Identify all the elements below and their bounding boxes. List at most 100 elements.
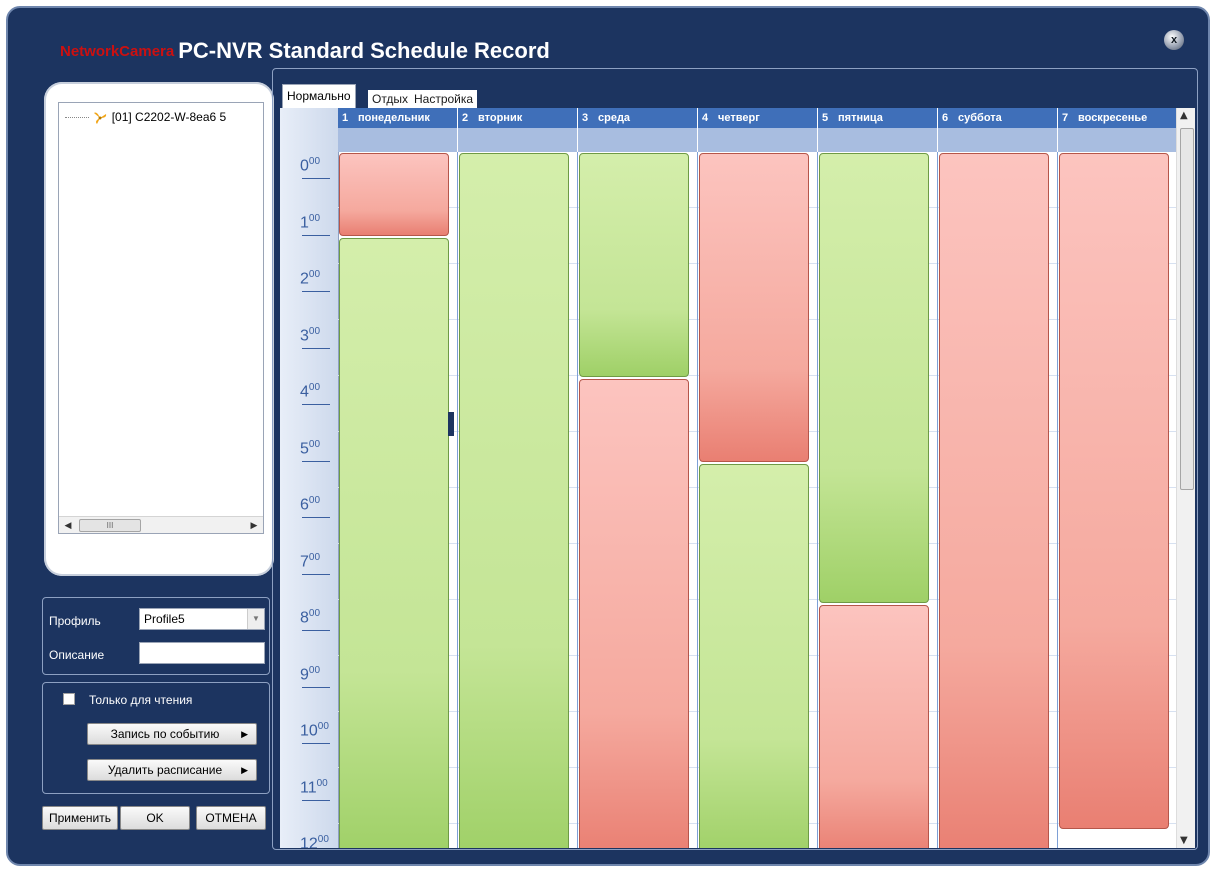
day-subheader	[1058, 128, 1176, 152]
day-header[interactable]: 5 пятница	[818, 108, 938, 128]
rest-record-block[interactable]	[579, 379, 689, 848]
grid-vscrollbar[interactable]: ▲ ▼	[1176, 108, 1195, 848]
normal-record-block[interactable]	[699, 463, 809, 848]
tab-settings[interactable]: Настройка	[410, 90, 478, 108]
hour-label: 100	[300, 212, 321, 231]
normal-record-block[interactable]	[579, 153, 689, 377]
day-column[interactable]	[938, 152, 1058, 848]
hour-tick	[302, 404, 330, 405]
tree-node-label: [01] C2202-W-8ea6 5	[111, 110, 227, 124]
hour-label: 300	[300, 325, 321, 344]
options-group: Только для чтения Запись по событию ▶ Уда…	[42, 682, 270, 794]
readonly-checkbox[interactable]	[63, 693, 75, 705]
window-title: NetworkCamera PC-NVR Standard Schedule Re…	[60, 38, 550, 64]
normal-record-block[interactable]	[819, 153, 929, 603]
hour-label: 800	[300, 608, 321, 627]
hour-tick	[302, 291, 330, 292]
day-subheader	[578, 128, 698, 152]
rest-record-block[interactable]	[1059, 153, 1169, 829]
hour-label: 700	[300, 551, 321, 570]
day-header[interactable]: 3 среда	[578, 108, 698, 128]
normal-record-block[interactable]	[339, 237, 449, 848]
tree-connector	[65, 117, 89, 119]
scroll-right-icon[interactable]: ▶	[247, 518, 261, 532]
device-tree-frame: [01] C2202-W-8ea6 5 ◀ III ▶	[44, 82, 274, 576]
description-field[interactable]	[139, 642, 265, 664]
tab-rest[interactable]: Отдых	[368, 90, 413, 108]
selection-marker	[448, 412, 454, 436]
vscroll-thumb[interactable]	[1180, 128, 1194, 490]
camera-fan-icon	[94, 112, 107, 124]
scroll-thumb[interactable]: III	[79, 519, 141, 532]
hour-tick	[302, 234, 330, 236]
cancel-button[interactable]: ОТМЕНА	[196, 806, 266, 830]
profile-label: Профиль	[49, 614, 101, 628]
scroll-down-icon[interactable]: ▼	[1180, 835, 1188, 846]
day-header[interactable]: 2 вторник	[458, 108, 578, 128]
rest-record-block[interactable]	[819, 605, 929, 848]
tree-node-camera[interactable]: [01] C2202-W-8ea6 5	[65, 110, 226, 125]
device-tree[interactable]: [01] C2202-W-8ea6 5 ◀ III ▶	[58, 102, 264, 534]
apply-button[interactable]: Применить	[42, 806, 118, 830]
profile-value: Profile5	[144, 612, 185, 626]
ok-button[interactable]: OK	[120, 806, 190, 830]
hour-tick	[302, 347, 330, 349]
hour-tick	[302, 517, 330, 518]
day-header[interactable]: 7 воскресенье	[1058, 108, 1176, 128]
brand-label: NetworkCamera	[60, 43, 175, 60]
hour-tick	[302, 178, 330, 179]
day-header[interactable]: 4 четверг	[698, 108, 818, 128]
tab-normal[interactable]: Нормально	[282, 84, 356, 109]
hour-tick	[302, 630, 330, 631]
day-header[interactable]: 1 понедельник	[338, 108, 458, 128]
day-column[interactable]	[818, 152, 938, 848]
hour-label: 1100	[300, 777, 328, 796]
delete-schedule-button[interactable]: Удалить расписание ▶	[87, 759, 257, 781]
hour-label: 600	[300, 495, 321, 514]
hour-label: 000	[300, 156, 321, 175]
day-column[interactable]	[698, 152, 818, 848]
day-column[interactable]	[578, 152, 698, 848]
rest-record-block[interactable]	[939, 153, 1049, 848]
delete-schedule-label: Удалить расписание	[107, 763, 223, 777]
hour-label: 1200	[300, 834, 329, 848]
day-subheader	[698, 128, 818, 152]
readonly-label: Только для чтения	[89, 693, 193, 707]
chevron-down-icon[interactable]: ▼	[247, 609, 264, 629]
day-subheader	[458, 128, 578, 152]
rest-record-block[interactable]	[699, 153, 809, 462]
hour-label: 900	[300, 664, 321, 683]
day-subheader	[818, 128, 938, 152]
hour-tick	[302, 460, 330, 462]
day-column[interactable]	[458, 152, 578, 848]
hour-label: 400	[300, 382, 321, 401]
hour-label: 500	[300, 438, 321, 457]
profile-group: Профиль Profile5 ▼ Описание	[42, 597, 270, 675]
arrow-right-icon: ▶	[241, 729, 248, 739]
normal-record-block[interactable]	[459, 153, 569, 848]
event-record-label: Запись по событию	[110, 727, 220, 741]
schedule-grid[interactable]: 000 100 200 300 400 500 600 700 800 900 1000 1100 12…	[280, 108, 1176, 848]
hour-tick	[302, 686, 330, 688]
day-subheader	[338, 128, 458, 152]
hour-tick	[302, 573, 330, 575]
day-column[interactable]	[338, 152, 458, 848]
hour-tick	[302, 743, 330, 744]
arrow-right-icon: ▶	[241, 765, 248, 775]
title-text: PC-NVR Standard Schedule Record	[178, 38, 550, 63]
hour-label: 1000	[300, 721, 329, 740]
profile-select[interactable]: Profile5 ▼	[139, 608, 265, 630]
day-subheader	[938, 128, 1058, 152]
rest-record-block[interactable]	[339, 153, 449, 236]
scroll-up-icon[interactable]: ▲	[1180, 110, 1188, 121]
description-label: Описание	[49, 648, 105, 662]
scroll-left-icon[interactable]: ◀	[61, 518, 75, 532]
day-header[interactable]: 6 суббота	[938, 108, 1058, 128]
close-button[interactable]: x	[1164, 30, 1184, 50]
event-record-button[interactable]: Запись по событию ▶	[87, 723, 257, 745]
hour-tick	[302, 799, 330, 801]
time-column: 000 100 200 300 400 500 600 700 800 900 1000 1100 12…	[280, 108, 339, 848]
hour-label: 200	[300, 269, 321, 288]
day-column[interactable]	[1058, 152, 1176, 848]
tree-hscrollbar[interactable]: ◀ III ▶	[59, 516, 263, 533]
